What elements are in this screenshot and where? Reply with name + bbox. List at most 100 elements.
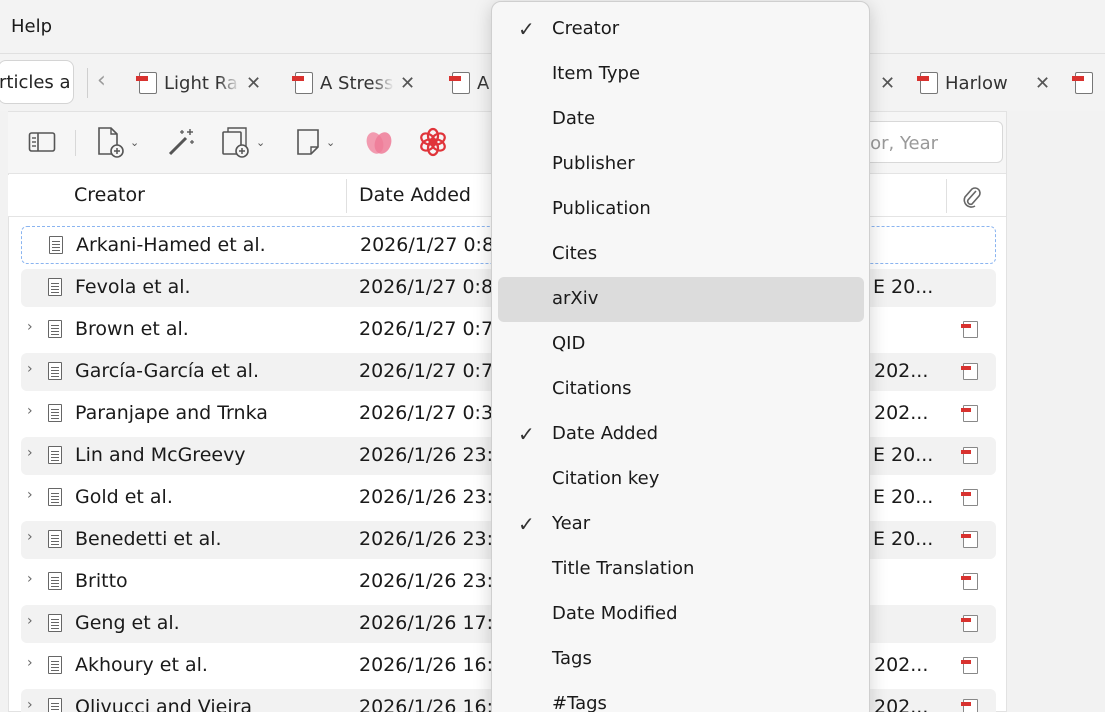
menu-item-year[interactable]: ✓ Year bbox=[498, 502, 864, 547]
row-date-added: 2026/1/26 23: bbox=[359, 528, 493, 550]
expand-row-icon[interactable]: › bbox=[27, 445, 33, 461]
reader-tab[interactable]: Harlow ✕ bbox=[917, 68, 1050, 98]
row-date-added: 2026/1/26 16: bbox=[359, 696, 493, 712]
pdf-attachment-icon[interactable] bbox=[961, 321, 978, 338]
menu-item-hashtags[interactable]: #Tags bbox=[498, 682, 864, 712]
pdf-icon bbox=[917, 72, 938, 94]
column-header-date-added[interactable]: Date Added bbox=[359, 184, 471, 206]
close-tab-icon[interactable]: ✕ bbox=[400, 73, 415, 94]
row-creator: Akhoury et al. bbox=[75, 654, 208, 676]
row-creator: Brown et al. bbox=[75, 318, 189, 340]
document-icon bbox=[48, 614, 62, 632]
reader-tab[interactable]: A Stress ✕ bbox=[292, 68, 415, 98]
document-icon bbox=[48, 404, 62, 422]
pdf-attachment-icon[interactable] bbox=[961, 447, 978, 464]
new-note-icon bbox=[297, 129, 319, 155]
pdf-attachment-icon[interactable] bbox=[961, 531, 978, 548]
menu-item-date[interactable]: Date bbox=[498, 97, 864, 142]
add-by-identifier-button[interactable] bbox=[166, 126, 196, 158]
search-input[interactable]: ator, Year bbox=[851, 121, 1003, 163]
pdf-attachment-icon[interactable] bbox=[961, 363, 978, 380]
chevron-down-icon: ⌄ bbox=[256, 135, 266, 149]
close-tab-icon[interactable]: ✕ bbox=[1035, 73, 1050, 94]
row-date-added: 2026/1/26 23: bbox=[359, 570, 493, 592]
tab-divider bbox=[87, 68, 88, 98]
expand-row-icon[interactable]: › bbox=[27, 571, 33, 587]
row-date-added: 2026/1/27 0:7: bbox=[359, 318, 493, 340]
row-creator: García-García et al. bbox=[75, 360, 259, 382]
expand-row-icon[interactable]: › bbox=[27, 697, 33, 712]
column-header-creator[interactable]: Creator bbox=[74, 184, 145, 206]
menu-item-title-translation[interactable]: Title Translation bbox=[498, 547, 864, 592]
pdf-icon bbox=[292, 72, 313, 94]
expand-row-icon[interactable]: › bbox=[27, 613, 33, 629]
reader-tab[interactable]: ✕ bbox=[874, 68, 895, 98]
add-attachment-button[interactable]: ⌄ bbox=[220, 126, 265, 158]
row-date-added: 2026/1/27 0:7: bbox=[359, 360, 493, 382]
reader-tab-title: Harlow bbox=[945, 72, 1029, 94]
expand-row-icon[interactable]: › bbox=[27, 361, 33, 377]
row-creator: Paranjape and Trnka bbox=[75, 402, 268, 424]
menu-item-label: Date bbox=[552, 108, 596, 129]
column-header-attachments[interactable] bbox=[960, 184, 982, 212]
menu-item-date-added[interactable]: ✓ Date Added bbox=[498, 412, 864, 457]
menu-item-cites[interactable]: Cites bbox=[498, 232, 864, 277]
new-note-button[interactable]: ⌄ bbox=[296, 126, 335, 158]
pdf-attachment-icon[interactable] bbox=[961, 489, 978, 506]
document-icon bbox=[49, 236, 63, 254]
expand-row-icon[interactable]: › bbox=[27, 403, 33, 419]
reader-tab[interactable]: Light Ra ✕ bbox=[136, 68, 261, 98]
menu-item-publisher[interactable]: Publisher bbox=[498, 142, 864, 187]
menu-item-arxiv[interactable]: arXiv bbox=[498, 277, 864, 322]
menu-item-publication[interactable]: Publication bbox=[498, 187, 864, 232]
menu-item-label: arXiv bbox=[552, 288, 599, 309]
pdf-attachment-icon[interactable] bbox=[961, 699, 978, 712]
menu-item-label: Publisher bbox=[552, 153, 635, 174]
reader-tab-title: A Stress bbox=[320, 72, 394, 94]
menu-item-citations[interactable]: Citations bbox=[498, 367, 864, 412]
menu-item-tags[interactable]: Tags bbox=[498, 637, 864, 682]
expand-row-icon[interactable]: › bbox=[27, 529, 33, 545]
ai-assistant-icon bbox=[420, 127, 446, 157]
expand-row-icon[interactable]: › bbox=[27, 487, 33, 503]
menu-item-qid[interactable]: QID bbox=[498, 322, 864, 367]
menu-item-creator[interactable]: ✓ Creator bbox=[498, 7, 864, 52]
library-tab-label: rticles a bbox=[0, 72, 71, 93]
close-tab-icon[interactable]: ✕ bbox=[246, 73, 261, 94]
pdf-attachment-icon[interactable] bbox=[961, 615, 978, 632]
row-creator: Britto bbox=[75, 570, 128, 592]
pdf-attachment-icon[interactable] bbox=[961, 573, 978, 590]
new-item-button[interactable]: ⌄ bbox=[96, 126, 139, 158]
menu-item-label: Tags bbox=[552, 648, 592, 669]
column-resizer[interactable] bbox=[346, 179, 347, 213]
menu-item-citation-key[interactable]: Citation key bbox=[498, 457, 864, 502]
reader-tab[interactable] bbox=[1072, 68, 1100, 98]
row-creator: Benedetti et al. bbox=[75, 528, 222, 550]
column-resizer[interactable] bbox=[946, 179, 947, 213]
tabs-scroll-left-icon[interactable]: ‹ bbox=[97, 68, 106, 93]
new-item-icon bbox=[98, 127, 124, 158]
menu-item-label: Publication bbox=[552, 198, 651, 219]
document-icon bbox=[48, 572, 62, 590]
expand-row-icon[interactable]: › bbox=[27, 319, 33, 335]
close-tab-icon[interactable]: ✕ bbox=[880, 73, 895, 94]
magic-wand-icon bbox=[168, 129, 194, 156]
expand-row-icon[interactable]: › bbox=[27, 655, 33, 671]
row-creator: Gold et al. bbox=[75, 486, 173, 508]
menu-item-date-modified[interactable]: Date Modified bbox=[498, 592, 864, 637]
reader-tab-title: Light Ra bbox=[164, 72, 240, 94]
row-extra: 202... bbox=[874, 654, 929, 676]
menu-item-item-type[interactable]: Item Type bbox=[498, 52, 864, 97]
library-tab[interactable]: rticles a bbox=[0, 60, 74, 104]
collections-pane-toggle[interactable] bbox=[28, 126, 56, 158]
menu-item-label: #Tags bbox=[552, 693, 607, 712]
pdf-attachment-icon[interactable] bbox=[961, 657, 978, 674]
plugin-button[interactable] bbox=[364, 126, 394, 158]
ai-assistant-button[interactable] bbox=[418, 126, 448, 158]
help-menu[interactable]: Help bbox=[11, 16, 52, 37]
menu-item-label: Date Added bbox=[552, 423, 659, 444]
row-creator: Lin and McGreevy bbox=[75, 444, 246, 466]
document-icon bbox=[48, 488, 62, 506]
pdf-attachment-icon[interactable] bbox=[961, 405, 978, 422]
checkmark-icon: ✓ bbox=[518, 422, 535, 446]
